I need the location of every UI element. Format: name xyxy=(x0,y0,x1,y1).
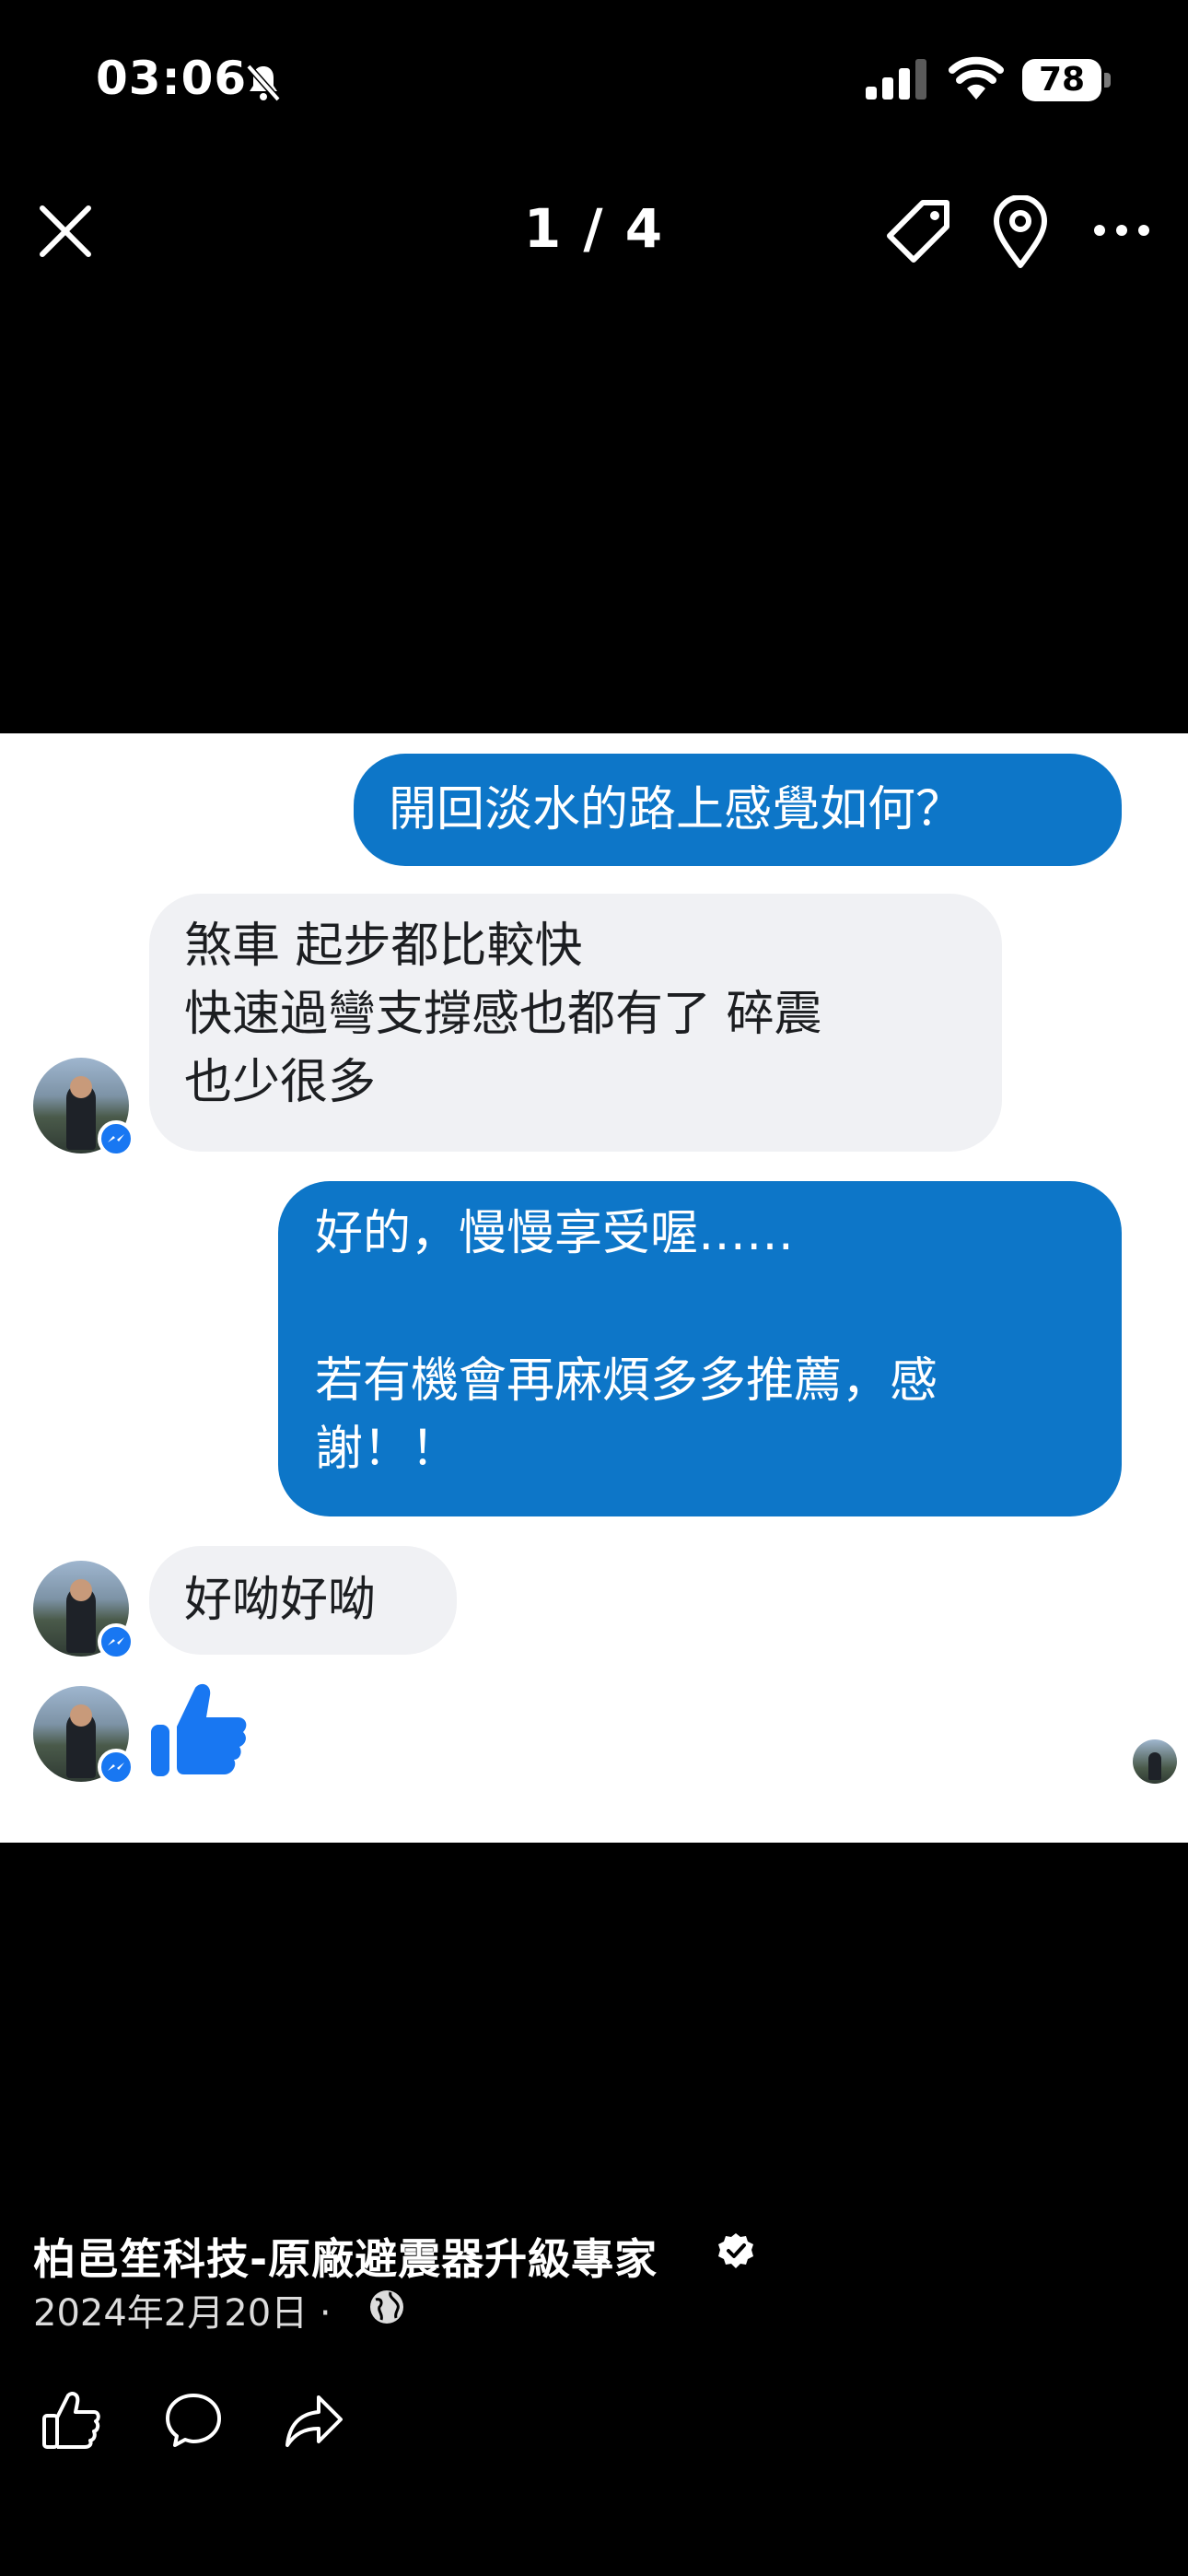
verified-icon xyxy=(718,2233,753,2268)
comment-icon[interactable] xyxy=(164,2392,223,2449)
more-icon[interactable] xyxy=(1092,217,1151,243)
like-icon[interactable] xyxy=(41,2390,101,2451)
photo[interactable]: 開回淡水的路上感覺如何？ 煞車 起步都比較快 快速過彎支撐感也都有了 碎震 也少… xyxy=(0,733,1188,1843)
cellular-signal-icon xyxy=(866,59,926,100)
wifi-icon xyxy=(949,56,1004,100)
battery-level: 78 xyxy=(1022,59,1101,101)
chat-bubble-incoming: 煞車 起步都比較快 快速過彎支撐感也都有了 碎震 也少很多 xyxy=(149,894,1002,1152)
thumbs-up-icon xyxy=(151,1683,247,1776)
chat-bubble-outgoing: 好的，慢慢享受喔…… 若有機會再麻煩多多推薦，感 謝！！ xyxy=(278,1181,1122,1516)
share-icon[interactable] xyxy=(284,2394,344,2449)
battery-indicator: 78 xyxy=(1022,59,1111,101)
chat-bubble-incoming: 好呦好呦 xyxy=(149,1546,457,1655)
message-line: 好呦好呦 xyxy=(184,1573,377,1628)
message-line: 開回淡水的路上感覺如何？ xyxy=(389,782,964,837)
read-receipt-avatar xyxy=(1133,1739,1177,1784)
message-line: 煞車 起步都比較快 xyxy=(184,919,583,974)
post-author[interactable]: 柏邑笙科技-原廠避震器升級專家 xyxy=(33,2226,658,2287)
bell-slash-icon xyxy=(246,64,281,102)
location-icon[interactable] xyxy=(991,195,1050,269)
message-line: 好的，慢慢享受喔…… xyxy=(315,1206,795,1261)
messenger-icon xyxy=(98,1749,134,1786)
post-date[interactable]: 2024年2月20日 · xyxy=(33,2283,332,2336)
globe-icon xyxy=(370,2290,403,2324)
tag-icon[interactable] xyxy=(882,195,956,269)
message-spacer xyxy=(315,1268,1094,1347)
status-time: 03:06 xyxy=(96,52,248,105)
message-line: 快速過彎支撐感也都有了 碎震 xyxy=(184,987,822,1042)
avatar xyxy=(33,1058,134,1157)
message-line: 也少很多 xyxy=(184,1055,377,1110)
battery-tip xyxy=(1104,73,1111,88)
messenger-icon xyxy=(98,1623,134,1660)
messenger-icon xyxy=(98,1120,134,1157)
avatar xyxy=(33,1686,134,1786)
chat-bubble-outgoing: 開回淡水的路上感覺如何？ xyxy=(354,754,1122,866)
message-line: 謝！！ xyxy=(315,1422,460,1477)
message-line: 若有機會再麻煩多多推薦，感 xyxy=(315,1353,938,1409)
avatar xyxy=(33,1561,134,1660)
